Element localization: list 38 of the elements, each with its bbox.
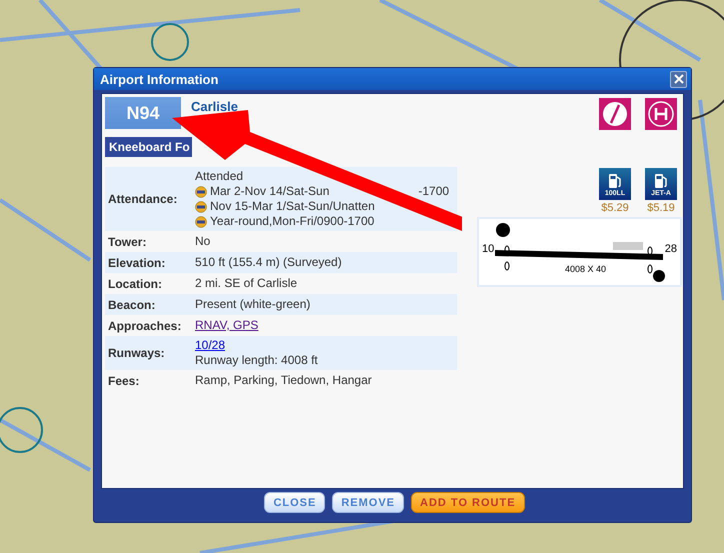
detail-value: Ramp, Parking, Tiedown, Hangar (195, 373, 372, 388)
detail-link[interactable]: 10/28 (195, 338, 318, 353)
detail-label: Location: (108, 276, 163, 290)
fuel-price: $5.29 (601, 202, 629, 214)
detail-label: Fees: (108, 374, 140, 388)
fuel-pump-icon (652, 172, 670, 190)
faa-badge-icon (195, 200, 207, 212)
airport-name: Carlisle (191, 99, 238, 114)
faa-badge-icon (195, 216, 207, 228)
attendance-schedule: Mar 2-Nov 14/Sat-Sun (210, 184, 330, 199)
window-title: Airport Information (100, 72, 218, 86)
detail-value: Attended (195, 169, 244, 184)
attendance-hours: -1700 (418, 184, 450, 199)
fuel-price: $5.19 (647, 202, 675, 214)
runway-end-label: 28 (664, 243, 677, 255)
detail-link[interactable]: RNAV, GPS (195, 318, 258, 333)
detail-label: Tower: (108, 234, 148, 248)
attendance-schedule: Nov 15-Mar 1/Sat-Sun/Unatten (210, 199, 375, 214)
heliport-icon (645, 98, 677, 130)
detail-label: Elevation: (108, 256, 166, 270)
detail-value: 2 mi. SE of Carlisle (195, 276, 298, 291)
runway-dimensions: 4008 X 40 (565, 264, 606, 274)
airport-id: N94 (105, 97, 181, 129)
detail-value: Runway length: 4008 ft (195, 353, 318, 368)
kneeboard-format-button[interactable]: Kneeboard Fo (105, 137, 192, 157)
detail-value: 510 ft (155.4 m) (Surveyed) (195, 255, 342, 270)
detail-label: Runways: (108, 346, 166, 360)
close-button[interactable] (670, 70, 687, 88)
attendance-schedule: Year-round,Mon-Fri/0900-1700 (210, 214, 374, 229)
detail-label: Approaches: (108, 318, 182, 332)
faa-badge-icon (195, 186, 207, 198)
detail-value: No (195, 234, 210, 249)
fuel-pump-icon (606, 172, 624, 190)
runway-end-label: 10 (482, 243, 494, 255)
detail-label: Beacon: (108, 298, 156, 312)
detail-value: Present (white-green) (195, 297, 310, 312)
detail-label: Attendance: (108, 192, 178, 206)
close-icon (674, 74, 684, 84)
